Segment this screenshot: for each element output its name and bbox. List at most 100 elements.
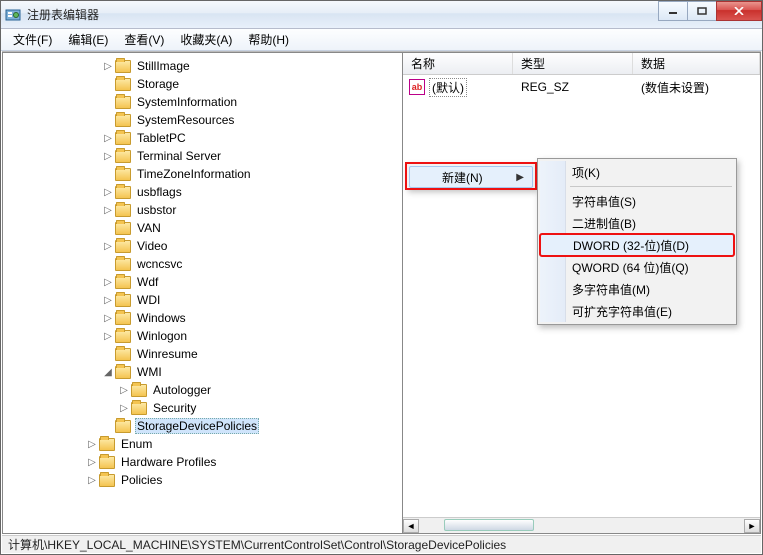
tree-item[interactable]: ▷ Wdf: [5, 273, 402, 291]
menu-item-multi[interactable]: 多字符串值(M): [540, 278, 734, 300]
menu-item-label: QWORD (64 位)值(Q): [572, 259, 689, 276]
menu-item-label: 项(K): [572, 164, 600, 181]
expand-icon[interactable]: ▷: [101, 59, 115, 73]
expand-icon[interactable]: ▷: [101, 203, 115, 217]
title-bar: 注册表编辑器: [1, 1, 762, 29]
context-menu-new[interactable]: 新建(N) ▶: [406, 163, 536, 189]
tree-item[interactable]: Winresume: [5, 345, 402, 363]
expand-icon[interactable]: ▷: [101, 293, 115, 307]
folder-icon: [115, 348, 131, 361]
menu-edit[interactable]: 编辑(E): [60, 29, 116, 50]
tree-item-label: WDI: [135, 293, 162, 307]
expand-icon[interactable]: ▷: [101, 239, 115, 253]
menu-item-binary[interactable]: 二进制值(B): [540, 212, 734, 234]
tree-item[interactable]: ▷ Video: [5, 237, 402, 255]
tree-item[interactable]: ▷Hardware Profiles: [5, 453, 402, 471]
tree-item[interactable]: ◢ WMI: [5, 363, 402, 381]
tree-item[interactable]: ▷Security: [5, 399, 402, 417]
context-submenu-new[interactable]: 项(K) 字符串值(S) 二进制值(B) DWORD (32-位)值(D) QWORD …: [537, 158, 737, 325]
minimize-button[interactable]: [658, 1, 688, 21]
tree-item[interactable]: ▷Windows: [5, 309, 402, 327]
expand-icon[interactable]: ▷: [85, 455, 99, 469]
expand-icon[interactable]: ▷: [101, 329, 115, 343]
tree-item-label: Wdf: [135, 275, 160, 289]
tree-item-label: wcncsvc: [135, 257, 184, 271]
menu-favorites[interactable]: 收藏夹(A): [172, 29, 240, 50]
folder-icon: [115, 222, 131, 235]
folder-icon: [115, 114, 131, 127]
tree-item-label: StillImage: [135, 59, 192, 73]
tree-item[interactable]: ▷ StillImage: [5, 57, 402, 75]
menu-view[interactable]: 查看(V): [116, 29, 172, 50]
column-headers: 名称 类型 数据: [403, 53, 760, 75]
scroll-thumb[interactable]: [444, 519, 534, 531]
values-list[interactable]: ab (默认) REG_SZ (数值未设置): [403, 75, 760, 99]
tree-item[interactable]: wcncsvc: [5, 255, 402, 273]
menu-item-label: DWORD (32-位)值(D): [573, 237, 689, 254]
tree-item[interactable]: Storage: [5, 75, 402, 93]
value-name: (默认): [429, 78, 467, 97]
tree-item[interactable]: ▷ usbflags: [5, 183, 402, 201]
regedit-icon: [5, 7, 21, 23]
expand-icon[interactable]: ▷: [85, 437, 99, 451]
tree-item[interactable]: SystemInformation: [5, 93, 402, 111]
expand-icon[interactable]: ▷: [101, 185, 115, 199]
scroll-left-button[interactable]: ◄: [403, 519, 419, 533]
tree-item[interactable]: ▷Enum: [5, 435, 402, 453]
tree-item-label: TimeZoneInformation: [135, 167, 253, 181]
folder-icon: [115, 96, 131, 109]
menu-item-label: 二进制值(B): [572, 215, 636, 232]
tree-item[interactable]: ▷usbstor: [5, 201, 402, 219]
menu-item-new[interactable]: 新建(N) ▶: [409, 166, 533, 188]
list-row[interactable]: ab (默认) REG_SZ (数值未设置): [405, 77, 758, 97]
col-name[interactable]: 名称: [403, 53, 513, 74]
collapse-icon[interactable]: ◢: [101, 365, 115, 379]
expand-icon[interactable]: ▷: [117, 383, 131, 397]
window-title: 注册表编辑器: [27, 6, 99, 23]
expander-placeholder: [101, 77, 115, 91]
horizontal-scrollbar[interactable]: ◄ ►: [403, 517, 760, 533]
menu-item-string[interactable]: 字符串值(S): [540, 190, 734, 212]
menu-file[interactable]: 文件(F): [5, 29, 60, 50]
tree-item[interactable]: TimeZoneInformation: [5, 165, 402, 183]
menu-item-label: 字符串值(S): [572, 193, 636, 210]
tree-item-label: Video: [135, 239, 169, 253]
tree-item[interactable]: ▷ WDI: [5, 291, 402, 309]
tree-item[interactable]: StorageDevicePolicies: [5, 417, 402, 435]
string-value-icon: ab: [409, 79, 425, 95]
scroll-track[interactable]: [419, 519, 744, 533]
expand-icon[interactable]: ▷: [101, 131, 115, 145]
col-type[interactable]: 类型: [513, 53, 633, 74]
tree-item[interactable]: VAN: [5, 219, 402, 237]
menu-help[interactable]: 帮助(H): [240, 29, 297, 50]
scroll-right-button[interactable]: ►: [744, 519, 760, 533]
tree-pane: ▷ StillImage StorageSystemInformationSyste…: [2, 52, 402, 534]
close-button[interactable]: [716, 1, 762, 21]
menu-item-key[interactable]: 项(K): [540, 161, 734, 183]
menu-item-qword[interactable]: QWORD (64 位)值(Q): [540, 256, 734, 278]
tree-item[interactable]: ▷ Autologger: [5, 381, 402, 399]
menu-item-label: 新建(N): [442, 169, 483, 186]
tree-item-label: Autologger: [151, 383, 213, 397]
tree-item[interactable]: SystemResources: [5, 111, 402, 129]
menu-item-expand[interactable]: 可扩充字符串值(E): [540, 300, 734, 322]
expand-icon[interactable]: ▷: [85, 473, 99, 487]
col-data[interactable]: 数据: [633, 53, 760, 74]
menu-item-dword[interactable]: DWORD (32-位)值(D): [540, 234, 734, 256]
value-data: (数值未设置): [633, 79, 758, 96]
tree-item-label: WMI: [135, 365, 164, 379]
submenu-arrow-icon: ▶: [516, 172, 524, 183]
tree-item-label: Terminal Server: [135, 149, 223, 163]
tree-item[interactable]: ▷Policies: [5, 471, 402, 489]
tree-item-label: usbflags: [135, 185, 184, 199]
expand-icon[interactable]: ▷: [101, 149, 115, 163]
tree-item[interactable]: ▷TabletPC: [5, 129, 402, 147]
tree-item[interactable]: ▷ Terminal Server: [5, 147, 402, 165]
folder-icon: [99, 456, 115, 469]
maximize-button[interactable]: [687, 1, 717, 21]
expand-icon[interactable]: ▷: [101, 311, 115, 325]
expand-icon[interactable]: ▷: [101, 275, 115, 289]
expand-icon[interactable]: ▷: [117, 401, 131, 415]
registry-tree[interactable]: ▷ StillImage StorageSystemInformationSyste…: [3, 53, 402, 493]
tree-item[interactable]: ▷Winlogon: [5, 327, 402, 345]
